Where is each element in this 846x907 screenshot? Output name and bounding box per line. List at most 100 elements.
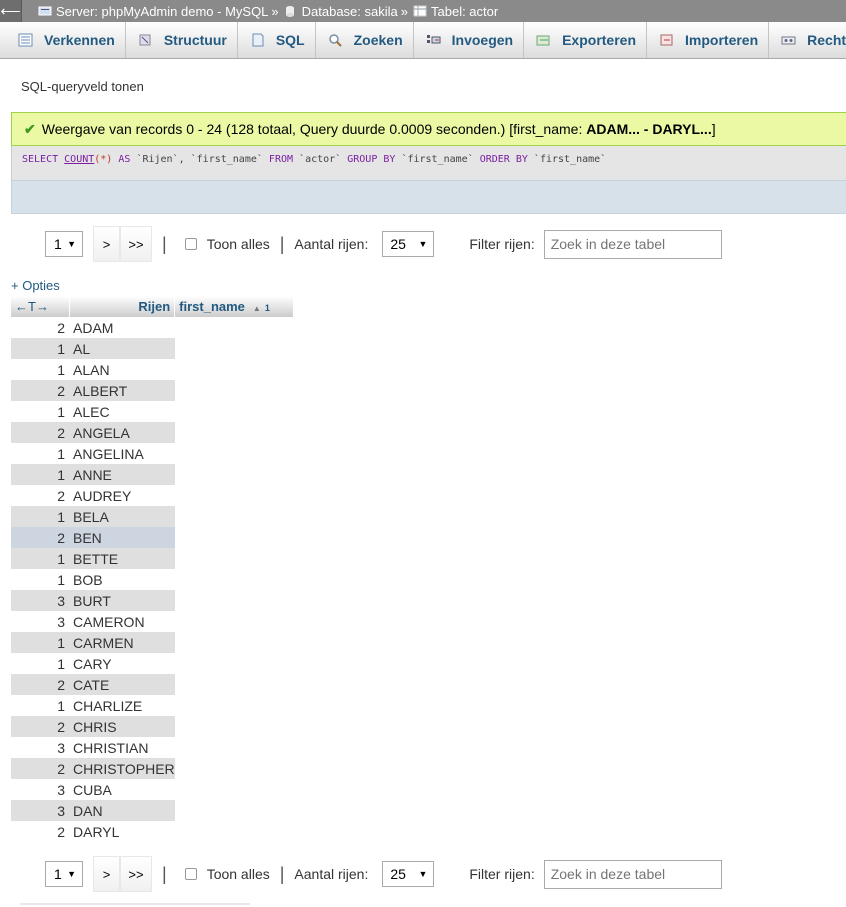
table-row[interactable]: 1 ALEC — [11, 401, 294, 422]
page-selector[interactable]: 1 ▼ — [45, 231, 83, 257]
tab-sql[interactable]: SQL — [238, 22, 316, 58]
cell-rijen: 1 — [11, 506, 69, 527]
column-header-first-name[interactable]: first_name ▲ 1 — [174, 296, 295, 317]
table-row[interactable]: 1 AL — [11, 338, 294, 359]
tab-importeren[interactable]: Importeren — [647, 22, 770, 58]
cell-rijen: 2 — [11, 716, 69, 737]
breadcrumb-separator: » — [400, 3, 408, 19]
show-all-checkbox[interactable] — [184, 868, 197, 880]
tab-structuur[interactable]: Structuur — [126, 22, 238, 58]
cell-rijen: 1 — [11, 632, 69, 653]
next-page-button[interactable]: > — [93, 856, 120, 892]
breadcrumb-table-label[interactable]: Tabel: actor — [431, 4, 498, 19]
cell-rijen: 1 — [11, 548, 69, 569]
cell-rijen: 3 — [11, 779, 69, 800]
rows-per-page-select[interactable]: 25 ▼ — [382, 861, 435, 887]
search-icon — [328, 33, 344, 47]
chevron-down-icon: ▼ — [67, 869, 76, 879]
cell-rijen: 1 — [11, 569, 69, 590]
table-row[interactable]: 2 AUDREY — [11, 485, 294, 506]
tab-rechten[interactable]: Rechten — [769, 22, 846, 58]
table-row[interactable]: 1 BOB — [11, 569, 294, 590]
server-icon — [38, 5, 52, 17]
table-row[interactable]: 2 CHRIS — [11, 716, 294, 737]
table-row[interactable]: 1 ALAN — [11, 359, 294, 380]
filter-rows-input[interactable] — [543, 229, 722, 259]
table-row[interactable]: 1 ANGELINA — [11, 443, 294, 464]
message-end: ] — [711, 121, 716, 137]
table-row[interactable]: 2 BEN — [11, 527, 294, 548]
table-row[interactable]: 3 DAN — [11, 800, 294, 821]
breadcrumb-database-label[interactable]: Database: sakila — [302, 4, 398, 19]
table-row[interactable]: 1 BETTE — [11, 548, 294, 569]
cell-first-name: ALAN — [69, 359, 175, 380]
column-resize-control[interactable]: ←T→ — [11, 296, 70, 317]
cell-rijen: 3 — [11, 611, 69, 632]
table-row[interactable]: 2 DARYL — [11, 821, 294, 842]
rows-per-page-select[interactable]: 25 ▼ — [382, 231, 435, 257]
cell-first-name: DARYL — [69, 821, 175, 842]
table-row[interactable]: 1 CARY — [11, 653, 294, 674]
breadcrumb-database[interactable]: Database: sakila — [284, 4, 398, 19]
cell-rijen: 1 — [11, 401, 69, 422]
cell-first-name: ALBERT — [69, 380, 175, 401]
table-row[interactable]: 3 CAMERON — [11, 611, 294, 632]
table-row[interactable]: 2 ANGELA — [11, 422, 294, 443]
cell-first-name: ALEC — [69, 401, 175, 422]
divider: | — [162, 863, 167, 884]
cell-first-name: CHRISTOPHER — [69, 758, 175, 779]
table-row[interactable]: 2 CHRISTOPHER — [11, 758, 294, 779]
last-page-button[interactable]: >> — [120, 226, 152, 262]
cell-rijen: 2 — [11, 527, 69, 548]
cell-first-name: CARMEN — [69, 632, 175, 653]
tab-verkennen[interactable]: Verkennen — [0, 22, 126, 58]
cell-first-name: CHARLIZE — [69, 695, 175, 716]
success-check-icon: ✔ — [24, 120, 36, 137]
table-row[interactable]: 2 ALBERT — [11, 380, 294, 401]
tab-exporteren[interactable]: Exporteren — [524, 22, 648, 58]
table-row[interactable]: 3 CHRISTIAN — [11, 737, 294, 758]
table-row[interactable]: 1 CHARLIZE — [11, 695, 294, 716]
cell-rijen: 1 — [11, 338, 69, 359]
cell-rijen: 2 — [11, 422, 69, 443]
next-page-button[interactable]: > — [93, 226, 120, 262]
filter-rows-input[interactable] — [543, 859, 722, 889]
breadcrumb-server-label[interactable]: Server: phpMyAdmin demo - MySQL — [56, 4, 268, 19]
show-all-checkbox[interactable] — [184, 238, 197, 250]
table-row[interactable]: 1 ANNE — [11, 464, 294, 485]
cell-rijen: 2 — [11, 821, 69, 842]
collapse-navigation-icon[interactable]: ⟵ — [0, 0, 22, 22]
database-icon — [284, 5, 298, 17]
cell-first-name: CAMERON — [69, 611, 175, 632]
last-page-button[interactable]: >> — [120, 856, 152, 892]
table-row[interactable]: 1 BELA — [11, 506, 294, 527]
tab-zoeken[interactable]: Zoeken — [316, 22, 414, 58]
table-row[interactable]: 1 CARMEN — [11, 632, 294, 653]
cell-first-name: ANGELINA — [69, 443, 175, 464]
cell-first-name: ADAM — [69, 317, 175, 338]
cell-rijen: 2 — [11, 758, 69, 779]
table-row[interactable]: 2 ADAM — [11, 317, 294, 338]
show-sql-query-link[interactable]: SQL-queryveld tonen — [21, 79, 144, 94]
pagination-top: 1 ▼ > >> | Toon alles | Aantal rijen: 25 ▼… — [45, 226, 722, 262]
column-header-rijen[interactable]: Rijen — [69, 296, 176, 317]
cell-rijen: 1 — [11, 464, 69, 485]
tab-invoegen[interactable]: Invoegen — [414, 22, 525, 58]
count-function-link[interactable]: COUNT — [64, 154, 94, 165]
table-row[interactable]: 3 BURT — [11, 590, 294, 611]
page-selector[interactable]: 1 ▼ — [45, 861, 83, 887]
chevron-down-icon: ▼ — [418, 239, 428, 249]
breadcrumb-server[interactable]: Server: phpMyAdmin demo - MySQL — [38, 4, 268, 19]
rows-label: Aantal rijen: — [294, 236, 369, 252]
table-row[interactable]: 3 CUBA — [11, 779, 294, 800]
privileges-icon — [781, 33, 797, 47]
options-link[interactable]: + Opties — [11, 278, 60, 293]
cell-rijen: 1 — [11, 695, 69, 716]
success-message: ✔ Weergave van records 0 - 24 (128 totaa… — [11, 112, 846, 146]
chevron-down-icon: ▼ — [67, 239, 76, 249]
show-all-label: Toon alles — [206, 236, 270, 252]
table-row[interactable]: 2 CATE — [11, 674, 294, 695]
breadcrumb-table[interactable]: Tabel: actor — [413, 4, 498, 19]
filter-label: Filter rijen: — [469, 236, 535, 252]
footer-divider — [20, 903, 250, 905]
